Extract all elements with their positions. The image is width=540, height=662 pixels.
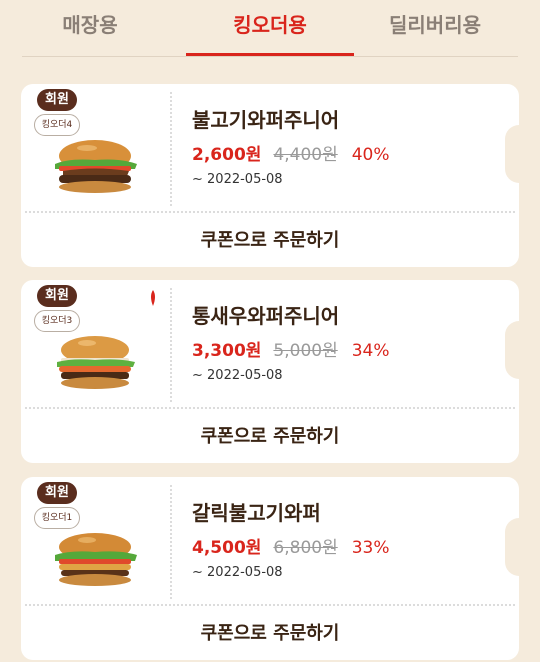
king-order-badge: 킹오더4 (34, 114, 80, 136)
sale-price: 2,600원 (192, 145, 262, 165)
vertical-divider (170, 485, 172, 599)
expiry-date: ~ 2022-05-08 (192, 172, 283, 187)
coupon-card: 회원 킹오더4 불고기와퍼주니어 2,600원 4,400원 40% ~ 2022-… (21, 84, 533, 267)
member-badge: 회원 (37, 482, 77, 504)
price-row: 4,500원 6,800원 33% (192, 533, 390, 558)
discount-rate: 33% (351, 538, 390, 558)
original-price: 4,400원 (273, 145, 338, 165)
tab-king-order[interactable]: 킹오더용 (186, 10, 354, 40)
tabs-divider (22, 56, 518, 57)
order-with-coupon-button[interactable]: 쿠폰으로 주문하기 (21, 607, 519, 660)
king-order-badge: 킹오더3 (34, 310, 80, 332)
order-with-coupon-button[interactable]: 쿠폰으로 주문하기 (21, 214, 519, 267)
burger-image (55, 533, 137, 586)
coupon-card: 회원 킹오더3 통새우와퍼주니어 3,300원 5,000원 34% ~ 2022-… (21, 280, 533, 463)
horizontal-divider (25, 407, 515, 409)
burger-image (57, 336, 135, 389)
member-badge: 회원 (37, 285, 77, 307)
tab-delivery[interactable]: 딜리버리용 (360, 10, 510, 40)
member-badge: 회원 (37, 89, 77, 111)
coupon-name: 갈릭불고기와퍼 (192, 501, 321, 525)
ticket-notch (505, 518, 533, 576)
discount-rate: 34% (351, 341, 390, 361)
sale-price: 4,500원 (192, 538, 262, 558)
expiry-date: ~ 2022-05-08 (192, 565, 283, 580)
vertical-divider (170, 288, 172, 402)
coupon-tabs: 매장용 킹오더용 딜리버리용 (0, 0, 540, 58)
horizontal-divider (25, 604, 515, 606)
coupon-name: 통새우와퍼주니어 (192, 304, 340, 328)
coupon-card: 회원 킹오더1 갈릭불고기와퍼 4,500원 6,800원 33% ~ 2022-0… (21, 477, 533, 660)
price-row: 3,300원 5,000원 34% (192, 336, 390, 361)
expiry-date: ~ 2022-05-08 (192, 368, 283, 383)
king-order-badge: 킹오더1 (34, 507, 80, 529)
horizontal-divider (25, 211, 515, 213)
tab-store[interactable]: 매장용 (30, 10, 150, 40)
burger-image (55, 140, 137, 193)
ticket-notch (505, 321, 533, 379)
pepper-icon (151, 290, 155, 306)
ticket-notch (505, 125, 533, 183)
price-row: 2,600원 4,400원 40% (192, 140, 390, 165)
original-price: 5,000원 (273, 341, 338, 361)
coupon-name: 불고기와퍼주니어 (192, 108, 340, 132)
discount-rate: 40% (351, 145, 390, 165)
sale-price: 3,300원 (192, 341, 262, 361)
vertical-divider (170, 92, 172, 206)
original-price: 6,800원 (273, 538, 338, 558)
order-with-coupon-button[interactable]: 쿠폰으로 주문하기 (21, 410, 519, 463)
